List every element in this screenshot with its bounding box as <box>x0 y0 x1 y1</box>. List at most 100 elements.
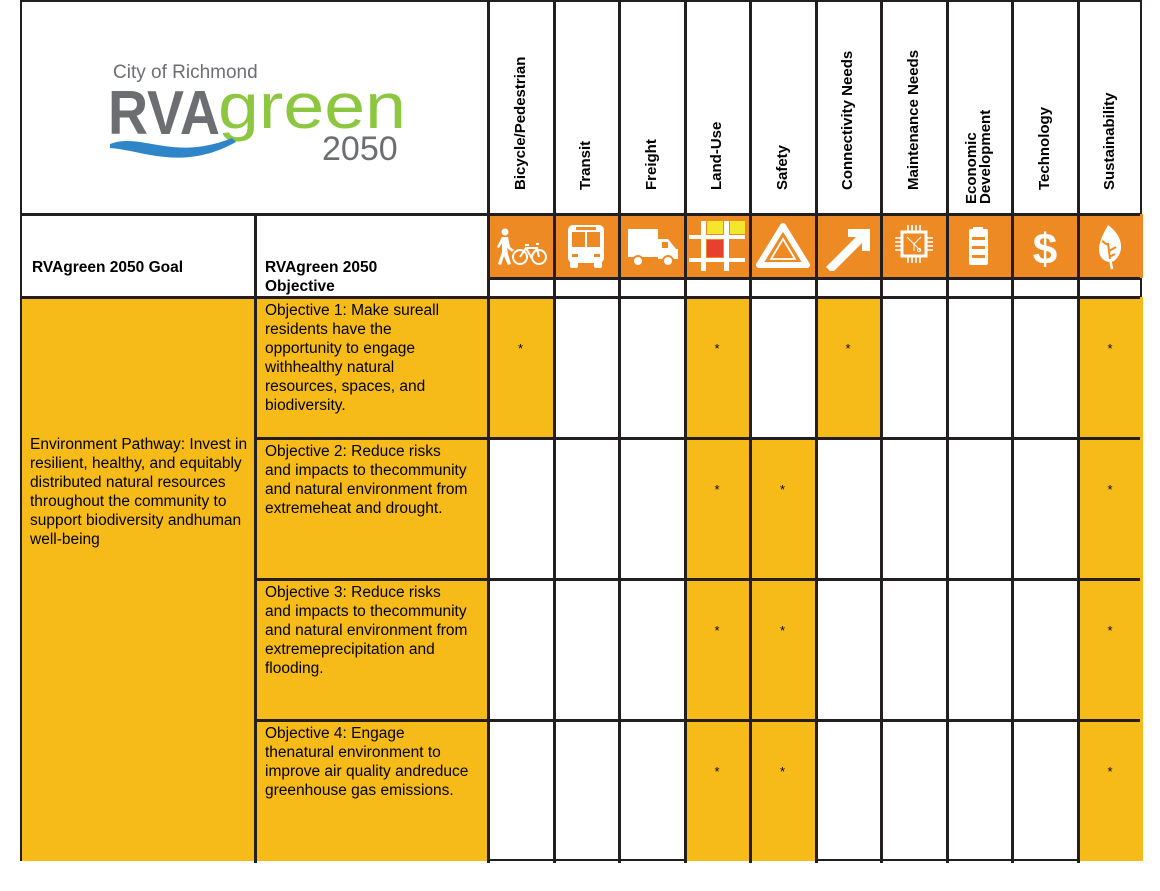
grid-line <box>684 2 687 863</box>
grid-line <box>488 277 1140 280</box>
grid-line <box>22 296 1140 299</box>
column-header-bicycle-pedestrian: Bicycle/Pedestrian <box>488 2 553 214</box>
objective-text: Objective 4: Engage thenatural environme… <box>265 725 469 799</box>
alignment-mark: * <box>714 623 720 638</box>
land-use-grid-icon <box>684 214 750 278</box>
column-header-label: Safety <box>773 144 791 190</box>
grid-line <box>1077 2 1080 863</box>
matrix-cell: * <box>1077 579 1143 720</box>
column-header-freight: Freight <box>619 2 684 214</box>
truck-icon <box>619 214 684 278</box>
matrix-cell: * <box>684 297 750 438</box>
leaf-icon <box>1077 214 1143 278</box>
warning-triangle-icon <box>750 214 815 278</box>
column-header-sustainability: Sustainability <box>1078 2 1143 214</box>
objective-cell: Objective 1: Make sureall residents have… <box>255 297 488 438</box>
objective-text: Objective 1: Make sureall residents have… <box>265 302 440 414</box>
grid-line <box>815 2 818 863</box>
matrix-cell <box>488 438 554 579</box>
matrix-cell: * <box>1077 438 1143 579</box>
matrix-cell <box>816 438 882 579</box>
alignment-mark: * <box>1107 764 1113 779</box>
column-header-economic-development: Economic Development <box>947 2 1012 214</box>
column-header-label: Technology <box>1035 106 1053 190</box>
logo-year-text: 2050 <box>322 130 398 168</box>
matrix-cell <box>619 297 685 438</box>
grid-line <box>255 719 1140 722</box>
objective-cell: Objective 4: Engage thenatural environme… <box>255 720 488 861</box>
matrix-cell <box>619 438 685 579</box>
alignment-mark: * <box>714 341 720 356</box>
column-header-maintenance-needs: Maintenance Needs <box>881 2 946 214</box>
objective-cell: Objective 2: Reduce risks and impacts to… <box>255 438 488 579</box>
grid-line <box>1011 2 1014 863</box>
alignment-mark: * <box>1107 341 1113 356</box>
arrow-up-right-icon <box>815 214 881 278</box>
matrix-cell: * <box>684 579 750 720</box>
matrix-cell <box>881 720 947 861</box>
matrix-cell <box>881 579 947 720</box>
matrix-cell <box>488 720 554 861</box>
matrix-cell <box>554 297 620 438</box>
rvagreen-logo: City of Richmond RVA green 2050 <box>22 2 488 214</box>
matrix-cell <box>947 297 1013 438</box>
grid-line <box>22 213 1140 216</box>
column-header-label: Transit <box>577 140 594 190</box>
alignment-mark: * <box>714 764 720 779</box>
column-header-label: Freight <box>642 139 660 190</box>
dollar-icon: $ <box>1012 214 1077 278</box>
matrix-cell: * <box>750 720 816 861</box>
matrix-cell: * <box>750 438 816 579</box>
column-header-label: Sustainability <box>1101 92 1118 190</box>
matrix-cell: * <box>488 297 554 438</box>
pedestrian-bicycle-icon <box>488 214 553 278</box>
matrix-cell: * <box>1077 297 1143 438</box>
matrix-cell <box>1012 579 1078 720</box>
column-header-label: Land-Use <box>708 121 725 190</box>
alignment-mark: * <box>517 341 524 356</box>
column-header-technology: Technology <box>1012 2 1077 214</box>
grid-line <box>553 2 556 863</box>
alignment-mark: * <box>714 482 720 497</box>
matrix-cell: * <box>750 579 816 720</box>
battery-icon <box>946 214 1012 278</box>
matrix-cell <box>619 720 685 861</box>
grid-line <box>946 2 949 863</box>
svg-text:$: $ <box>1032 225 1056 271</box>
grid-line <box>255 437 1140 440</box>
alignment-mark: * <box>779 482 786 497</box>
circuit-chip-icon <box>881 214 946 278</box>
matrix-cell: * <box>684 720 750 861</box>
matrix-cell <box>488 579 554 720</box>
grid-line <box>749 2 752 863</box>
matrix-cell <box>881 438 947 579</box>
matrix-cell <box>554 579 620 720</box>
objective-text: Objective 3: Reduce risks and impacts to… <box>265 584 468 677</box>
matrix-cell <box>947 720 1013 861</box>
objective-cell: Objective 3: Reduce risks and impacts to… <box>255 579 488 720</box>
alignment-table: City of Richmond RVA green 2050 RVAgreen… <box>20 0 1143 863</box>
matrix-cell <box>1012 720 1078 861</box>
matrix-cell <box>554 438 620 579</box>
column-header-safety: Safety <box>750 2 815 214</box>
matrix-cell <box>947 579 1013 720</box>
column-header-label: Economic Development <box>963 109 994 204</box>
matrix-cell <box>881 297 947 438</box>
alignment-mark: * <box>779 623 786 638</box>
grid-line <box>880 2 883 863</box>
alignment-mark: * <box>1107 623 1113 638</box>
objective-column-header: RVAgreen 2050 Objective <box>265 259 378 295</box>
grid-line <box>254 214 257 863</box>
matrix-cell: * <box>1077 720 1143 861</box>
grid-line <box>618 2 621 863</box>
matrix-cell <box>554 720 620 861</box>
column-header-label: Connectivity Needs <box>839 50 856 190</box>
matrix-cell <box>947 438 1013 579</box>
goal-text: Environment Pathway: Invest in resilient… <box>30 436 248 548</box>
logo-graphic: City of Richmond RVA green 2050 <box>108 62 406 168</box>
column-header-connectivity-needs: Connectivity Needs <box>816 2 881 214</box>
column-header-label: Maintenance Needs <box>904 49 922 190</box>
column-header-transit: Transit <box>554 2 619 214</box>
column-header-label: Bicycle/Pedestrian <box>511 56 529 190</box>
matrix-cell <box>750 297 816 438</box>
